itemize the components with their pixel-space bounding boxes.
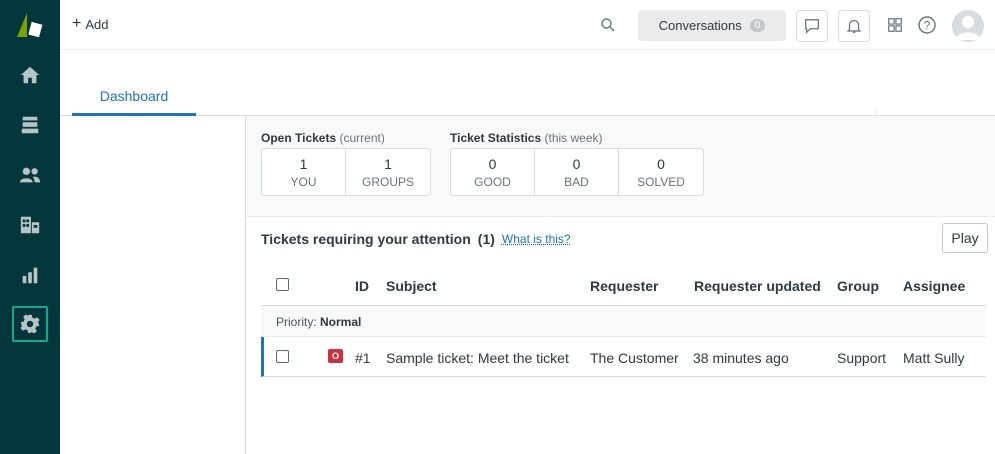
- help-icon: ?: [918, 16, 936, 34]
- plus-icon: +: [72, 15, 82, 32]
- open-tickets-qualifier: (current): [339, 131, 385, 145]
- column-id[interactable]: ID: [355, 278, 369, 294]
- stat-label: SOLVED: [637, 175, 685, 189]
- ticket-statistics-stats: 0 GOOD 0 BAD 0 SOLVED: [450, 148, 704, 196]
- ticket-subject-link[interactable]: Sample ticket: Meet the ticket: [386, 350, 569, 366]
- conversations-count-badge: 0: [749, 19, 766, 32]
- top-bar: + Add Conversations 0 ?: [60, 0, 995, 50]
- nav-organizations[interactable]: [12, 207, 48, 243]
- ticket-requester: The Customer: [590, 350, 679, 366]
- row-checkbox[interactable]: [276, 350, 289, 363]
- stat-solved[interactable]: 0 SOLVED: [619, 149, 703, 195]
- priority-group-label: Priority: Normal: [276, 315, 361, 329]
- open-tickets-label: Open Tickets: [261, 131, 337, 145]
- stat-label: BAD: [564, 175, 589, 189]
- stat-label: YOU: [290, 175, 317, 189]
- column-requester[interactable]: Requester: [590, 278, 658, 294]
- stat-value: 1: [299, 156, 308, 172]
- nav-reporting[interactable]: [12, 257, 48, 293]
- ticket-id: #1: [355, 350, 371, 366]
- sidebar: [0, 0, 60, 454]
- table-header: ID Subject Requester Requester updated G…: [261, 265, 986, 306]
- nav-admin[interactable]: [12, 306, 48, 342]
- products-button[interactable]: [885, 15, 905, 35]
- svg-text:?: ?: [924, 19, 931, 33]
- views-icon: [21, 116, 39, 134]
- open-tickets-stats: 1 YOU 1 GROUPS: [261, 148, 431, 196]
- customers-icon: [19, 167, 41, 183]
- add-label: Add: [85, 17, 109, 32]
- priority-value: Normal: [320, 315, 362, 329]
- ticket-statistics-label: Ticket Statistics: [450, 131, 542, 145]
- column-group[interactable]: Group: [837, 278, 879, 294]
- ticket-statistics-title: Ticket Statistics (this week): [450, 131, 603, 145]
- nav-home[interactable]: [12, 57, 48, 93]
- chat-icon: [805, 19, 819, 34]
- add-button[interactable]: + Add: [72, 15, 109, 33]
- priority-prefix: Priority:: [276, 315, 317, 329]
- column-requester-updated[interactable]: Requester updated: [694, 278, 821, 294]
- notifications-button[interactable]: [838, 10, 870, 42]
- zendesk-logo-icon[interactable]: [17, 13, 43, 38]
- stat-value: 1: [384, 156, 392, 172]
- stats-area: Open Tickets (current) 1 YOU 1 GROUPS Ti…: [246, 116, 995, 217]
- home-icon: [20, 66, 40, 84]
- tickets-table: ID Subject Requester Requester updated G…: [261, 265, 986, 377]
- table-row[interactable]: O #1 Sample ticket: Meet the ticket The …: [261, 337, 986, 377]
- tickets-heading-text: Tickets requiring your attention: [261, 231, 471, 247]
- ticket-requester-updated: 38 minutes ago: [693, 350, 789, 366]
- stat-good[interactable]: 0 GOOD: [451, 149, 535, 195]
- tickets-panel: Tickets requiring your attention (1) Wha…: [246, 217, 995, 454]
- ticket-statistics-qualifier: (this week): [544, 131, 603, 145]
- stat-bad[interactable]: 0 BAD: [535, 149, 619, 195]
- stat-value: 0: [488, 156, 497, 172]
- stat-you[interactable]: 1 YOU: [262, 149, 346, 195]
- tab-strip: Dashboard: [60, 50, 995, 116]
- nav-views[interactable]: [12, 107, 48, 143]
- help-button[interactable]: ?: [917, 15, 937, 35]
- conversations-label: Conversations: [658, 18, 742, 33]
- products-grid-icon: [888, 18, 902, 32]
- what-is-this-link[interactable]: What is this?: [502, 232, 571, 246]
- organizations-icon: [20, 216, 40, 234]
- reporting-icon: [22, 267, 38, 284]
- open-tickets-title: Open Tickets (current): [261, 131, 385, 145]
- stat-value: 0: [657, 156, 665, 172]
- notifications-bell-icon: [846, 19, 862, 33]
- priority-group-row: Priority: Normal: [261, 306, 986, 337]
- avatar[interactable]: [952, 10, 984, 42]
- admin-gear-icon: [20, 314, 40, 334]
- play-button[interactable]: Play: [942, 223, 988, 253]
- ticket-group: Support: [837, 350, 887, 366]
- status-badge: O: [328, 349, 343, 363]
- stat-label: GOOD: [474, 175, 511, 189]
- select-all-checkbox[interactable]: [276, 278, 289, 291]
- stat-value: 0: [572, 156, 581, 172]
- chat-button[interactable]: [796, 10, 828, 42]
- stat-groups[interactable]: 1 GROUPS: [346, 149, 430, 195]
- conversations-button[interactable]: Conversations 0: [638, 10, 786, 41]
- user-avatar-icon: [956, 16, 980, 40]
- column-assignee[interactable]: Assignee: [903, 278, 965, 294]
- tickets-heading: Tickets requiring your attention (1) Wha…: [261, 231, 571, 247]
- ticket-assignee: Matt Sully: [903, 350, 965, 366]
- column-subject[interactable]: Subject: [386, 278, 437, 294]
- search-icon[interactable]: [600, 17, 616, 33]
- tickets-count: (1): [477, 231, 495, 247]
- nav-customers[interactable]: [12, 157, 48, 193]
- stat-label: GROUPS: [361, 175, 414, 189]
- left-panel: [60, 116, 246, 454]
- tab-dashboard[interactable]: Dashboard: [72, 88, 196, 116]
